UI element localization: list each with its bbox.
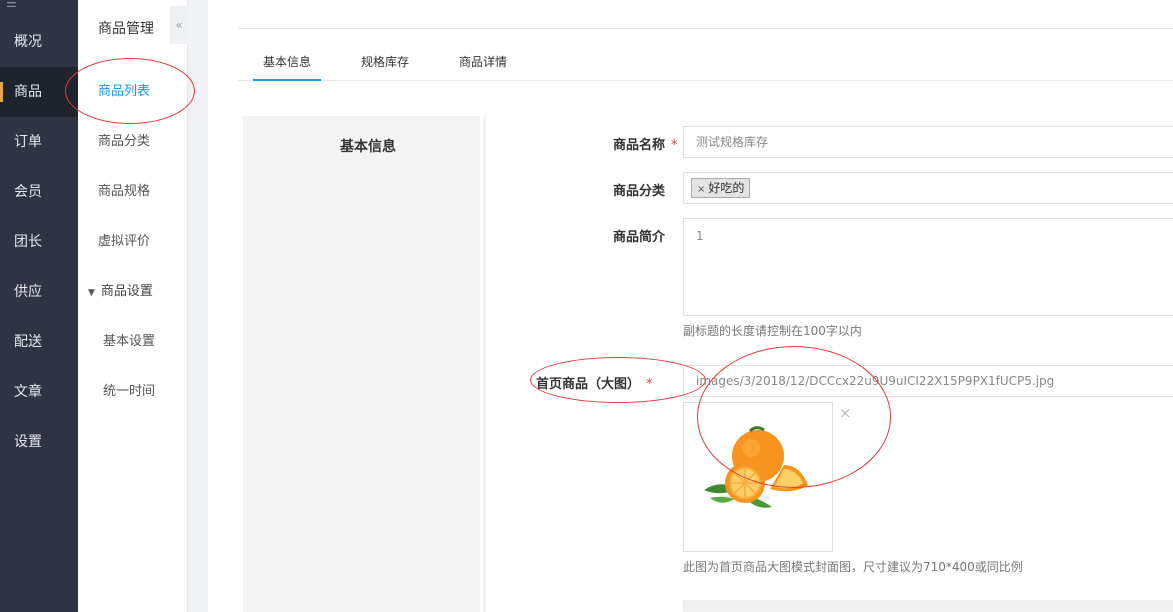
section-title: 基本信息 <box>340 139 396 155</box>
nav-item-label: 订单 <box>14 134 42 150</box>
textarea-value: 1 <box>696 229 704 243</box>
required-mark: * <box>671 138 678 153</box>
app-window: ☰ 概况 商品 订单 会员 团长 供应 配送 文章 设置 商品管理 « 商品列表… <box>0 0 1173 612</box>
label-text: 商品简介 <box>613 230 666 245</box>
main-content: 基本信息 规格库存 商品详情 基本信息 商品名称 * 测试规格库存 商品分类 × 好… <box>208 0 1173 612</box>
sub-sidebar: 商品管理 « 商品列表 商品分类 商品规格 虚拟评价 ▼ 商品设置 基本设置 统一… <box>78 0 188 612</box>
sub-group-label: 商品设置 <box>100 284 153 299</box>
nav-item-articles[interactable]: 文章 <box>0 367 78 417</box>
sub-item-label: 基本设置 <box>103 334 156 349</box>
tab-spec-stock[interactable]: 规格库存 <box>361 48 409 81</box>
nav-item-leaders[interactable]: 团长 <box>0 217 78 267</box>
form-fields: 商品名称 * 测试规格库存 商品分类 × 好吃的 商品简介 1 副标题的长度请控制在… <box>486 116 1173 612</box>
tab-bar: 基本信息 规格库存 商品详情 <box>238 48 1173 81</box>
tab-label: 商品详情 <box>459 55 508 69</box>
tab-label: 基本信息 <box>263 55 312 69</box>
cover-image-preview <box>683 402 833 552</box>
input-placeholder: 测试规格库存 <box>696 135 769 149</box>
sub-item-label: 商品分类 <box>98 134 151 149</box>
intro-help-text: 副标题的长度请控制在100字以内 <box>683 324 862 338</box>
cover-image-label: 首页商品（大图） * <box>536 373 653 392</box>
sub-group-goods-settings[interactable]: ▼ 商品设置 <box>78 267 188 317</box>
nav-item-orders[interactable]: 订单 <box>0 117 78 167</box>
nav-item-label: 供应 <box>14 284 42 300</box>
sub-item-goods-spec[interactable]: 商品规格 <box>78 167 188 217</box>
goods-name-input[interactable]: 测试规格库存 <box>683 126 1173 158</box>
tab-basic-info[interactable]: 基本信息 <box>253 48 322 81</box>
form-panel: 基本信息 商品名称 * 测试规格库存 商品分类 × 好吃的 商品简介 1 副标题的长… <box>243 116 1173 612</box>
menu-toggle-icon[interactable]: ☰ <box>6 0 17 10</box>
sub-item-label: 商品规格 <box>98 184 151 199</box>
goods-intro-label: 商品简介 <box>613 226 665 245</box>
nav-item-label: 配送 <box>14 334 42 350</box>
nav-item-label: 会员 <box>14 184 42 200</box>
goods-intro-textarea[interactable]: 1 <box>683 218 1173 316</box>
nav-item-goods[interactable]: 商品 <box>0 67 78 117</box>
sub-item-virtual-review[interactable]: 虚拟评价 <box>78 217 188 267</box>
sub-item-label: 统一时间 <box>103 384 156 399</box>
cover-help-text: 此图为首页商品大图模式封面图，尺寸建议为710*400或同比例 <box>683 560 1023 574</box>
nav-item-label: 文章 <box>14 384 42 400</box>
nav-item-members[interactable]: 会员 <box>0 167 78 217</box>
tag-label: 好吃的 <box>708 181 745 195</box>
label-text: 商品分类 <box>613 184 666 199</box>
nav-item-label: 设置 <box>14 434 42 450</box>
category-tag: × 好吃的 <box>691 178 751 198</box>
caret-down-icon: ▼ <box>88 288 95 298</box>
section-column: 基本信息 <box>243 116 483 612</box>
tab-label: 规格库存 <box>361 55 410 69</box>
required-mark: * <box>646 377 653 392</box>
header-divider <box>238 28 1173 29</box>
nav-item-label: 商品 <box>14 84 42 100</box>
nav-item-label: 团长 <box>14 234 42 250</box>
collapse-sidebar-button[interactable]: « <box>170 6 188 44</box>
tab-goods-detail[interactable]: 商品详情 <box>459 48 507 81</box>
nav-item-supply[interactable]: 供应 <box>0 267 78 317</box>
nav-item-label: 概况 <box>14 34 42 50</box>
goods-category-label: 商品分类 <box>613 180 665 199</box>
nav-item-delivery[interactable]: 配送 <box>0 317 78 367</box>
main-sidebar: ☰ 概况 商品 订单 会员 团长 供应 配送 文章 设置 <box>0 0 78 612</box>
remove-image-icon[interactable]: × <box>839 404 852 422</box>
nav-item-overview[interactable]: 概况 <box>0 17 78 67</box>
label-text: 商品名称 <box>613 138 666 153</box>
sub-item-basic-settings[interactable]: 基本设置 <box>78 317 188 367</box>
sub-item-label: 商品列表 <box>98 84 151 99</box>
orange-image <box>704 426 808 508</box>
goods-category-select[interactable]: × 好吃的 <box>683 172 1173 204</box>
sub-item-goods-list[interactable]: 商品列表 <box>78 67 188 117</box>
input-value: images/3/2018/12/DCCcx22u9U9uICI22X15P9P… <box>696 374 1055 388</box>
remove-tag-icon[interactable]: × <box>697 184 705 195</box>
cover-image-path-input[interactable]: images/3/2018/12/DCCcx22u9U9uICI22X15P9P… <box>683 365 1173 397</box>
nav-item-settings[interactable]: 设置 <box>0 417 78 467</box>
sub-sidebar-title: 商品管理 <box>98 21 154 37</box>
sub-item-goods-category[interactable]: 商品分类 <box>78 117 188 167</box>
next-field-input-partial[interactable] <box>683 600 1173 612</box>
label-text: 首页商品（大图） <box>536 377 641 392</box>
sub-item-label: 虚拟评价 <box>98 234 151 249</box>
sub-item-unified-time[interactable]: 统一时间 <box>78 367 188 417</box>
goods-name-label: 商品名称 * <box>613 134 678 153</box>
